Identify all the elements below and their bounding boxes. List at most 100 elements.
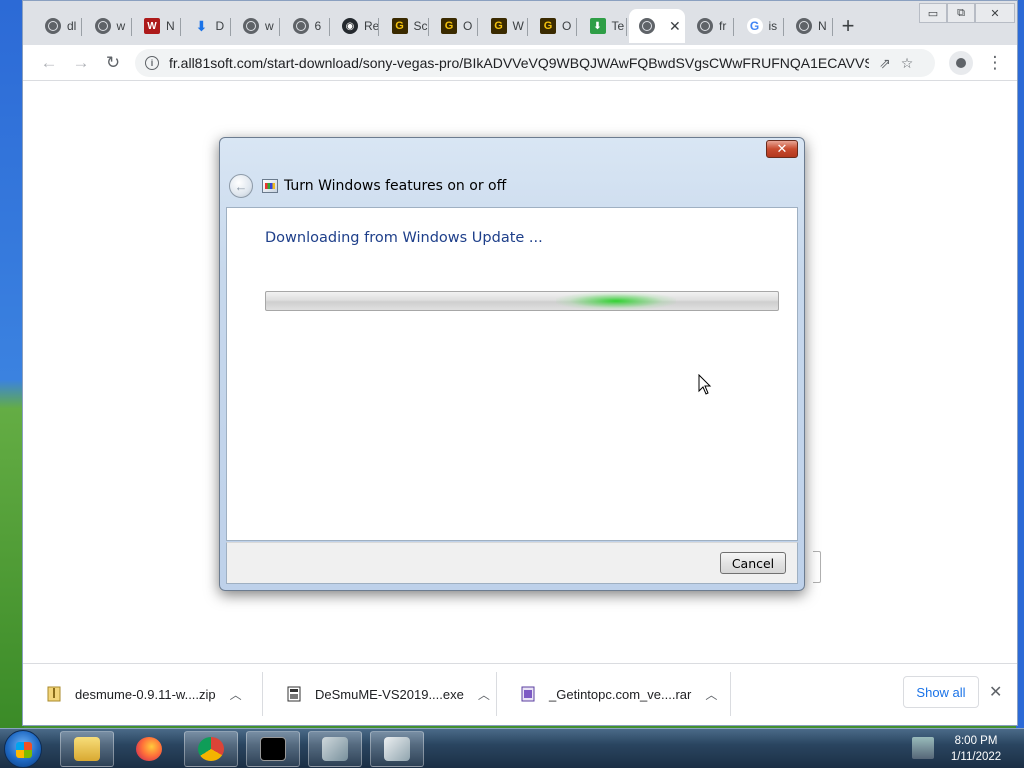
download-icon: ⬇ bbox=[195, 17, 208, 34]
github-icon: ◉ bbox=[342, 18, 358, 34]
browser-tab[interactable]: ⬇ Te bbox=[580, 9, 627, 43]
globe-icon bbox=[639, 18, 655, 34]
clock-date: 1/11/2022 bbox=[950, 751, 1002, 763]
browser-tab[interactable]: GO bbox=[431, 9, 478, 43]
browser-tab[interactable]: GW bbox=[481, 9, 528, 43]
taskbar-explorer[interactable] bbox=[60, 731, 114, 767]
download-item[interactable]: desmume-0.9.11-w....zip ︿ bbox=[23, 664, 263, 724]
tab-label: Sc bbox=[413, 19, 428, 33]
back-arrow-icon[interactable]: ← bbox=[229, 174, 253, 198]
profile-avatar[interactable] bbox=[949, 51, 973, 75]
browser-tab[interactable]: N bbox=[786, 9, 833, 43]
browser-tab[interactable]: ✕ bbox=[629, 9, 685, 43]
dialog-body: Downloading from Windows Update ... bbox=[226, 207, 798, 541]
desktop-background bbox=[0, 0, 24, 730]
system-clock[interactable]: 8:00 PM 1/11/2022 bbox=[940, 733, 1012, 765]
globe-icon bbox=[45, 18, 61, 34]
wd-icon: W bbox=[144, 18, 160, 34]
g-icon: G bbox=[441, 18, 457, 34]
folder-icon bbox=[74, 737, 100, 761]
bookmark-star-icon[interactable]: ☆ bbox=[901, 55, 914, 72]
windows-features-icon bbox=[262, 179, 278, 193]
chevron-up-icon[interactable]: ︿ bbox=[230, 686, 242, 703]
tab-label: dl bbox=[67, 19, 77, 33]
exe-file-icon bbox=[287, 686, 301, 702]
tab-strip: dl w W N ⬇ Dw 6 ◉ Re G Sc G O G W G O ⬇ Te ✕ fr Gis N + ▭ ⧉ ✕ bbox=[23, 1, 1017, 45]
browser-tab[interactable]: dl bbox=[35, 9, 82, 43]
tab-label: fr bbox=[719, 19, 727, 33]
address-bar[interactable]: i fr.all81soft.com/start-download/sony-v… bbox=[135, 49, 935, 77]
dialog-footer: Cancel bbox=[226, 542, 798, 584]
browser-tab[interactable]: G Sc bbox=[382, 9, 429, 43]
dialog-title: Turn Windows features on or off bbox=[284, 178, 507, 194]
browser-tab[interactable]: ⬇ D bbox=[184, 9, 231, 43]
zip-file-icon bbox=[47, 686, 61, 702]
windows-features-icon bbox=[384, 737, 410, 761]
taskbar-chrome[interactable] bbox=[184, 731, 238, 767]
taskbar-setup[interactable] bbox=[308, 731, 362, 767]
tab-label: W bbox=[512, 19, 524, 33]
dialog-close-button[interactable]: ✕ bbox=[766, 140, 798, 158]
progress-marquee bbox=[556, 292, 676, 310]
download-filename: desmume-0.9.11-w....zip bbox=[75, 686, 216, 702]
share-icon[interactable]: ⇗ bbox=[879, 55, 891, 72]
clock-time: 8:00 PM bbox=[954, 735, 998, 747]
browser-tab[interactable]: WN bbox=[134, 9, 181, 43]
reload-icon[interactable]: ↻ bbox=[101, 51, 125, 75]
browser-tab[interactable]: 6 bbox=[283, 9, 330, 43]
start-button[interactable] bbox=[4, 730, 42, 768]
globe-icon bbox=[243, 18, 259, 34]
tab-label: D bbox=[215, 19, 225, 33]
forward-icon[interactable]: → bbox=[69, 51, 93, 75]
taskbar-firefox[interactable] bbox=[122, 731, 176, 767]
network-icon[interactable] bbox=[912, 737, 934, 759]
back-icon[interactable]: ← bbox=[37, 51, 61, 75]
browser-tab[interactable]: GO bbox=[530, 9, 577, 43]
new-tab-button[interactable]: + bbox=[835, 13, 861, 39]
g-icon: G bbox=[540, 18, 556, 34]
tab-label: O bbox=[562, 19, 572, 33]
tab-label: w bbox=[116, 19, 126, 33]
window-close-button[interactable]: ✕ bbox=[975, 3, 1015, 23]
cancel-button[interactable]: Cancel bbox=[720, 552, 786, 574]
chrome-icon bbox=[796, 18, 812, 34]
tab-label: Te bbox=[611, 19, 625, 33]
minimize-button[interactable]: ▭ bbox=[919, 3, 947, 23]
taskbar-windows-features[interactable] bbox=[370, 731, 424, 767]
download-shelf: desmume-0.9.11-w....zip ︿ DeSmuME-VS2019… bbox=[23, 663, 1017, 725]
taskbar-cmd[interactable] bbox=[246, 731, 300, 767]
browser-tab[interactable]: ◉ Re bbox=[332, 9, 379, 43]
browser-tab[interactable]: w bbox=[233, 9, 280, 43]
site-info-icon[interactable]: i bbox=[145, 56, 159, 70]
tab-close-icon[interactable]: ✕ bbox=[669, 18, 681, 35]
chevron-up-icon[interactable]: ︿ bbox=[705, 686, 717, 703]
download-item[interactable]: DeSmuME-VS2019....exe ︿ bbox=[263, 664, 497, 724]
show-all-downloads-button[interactable]: Show all bbox=[903, 676, 979, 708]
tab-label: w bbox=[265, 19, 274, 33]
command-prompt-icon bbox=[260, 737, 286, 761]
browser-tab[interactable]: w bbox=[85, 9, 132, 43]
url-text[interactable]: fr.all81soft.com/start-download/sony-veg… bbox=[169, 55, 869, 71]
tab-label: 6 bbox=[314, 19, 322, 33]
restore-button[interactable]: ⧉ bbox=[947, 3, 975, 23]
progress-bar bbox=[265, 291, 779, 311]
close-shelf-icon[interactable]: ✕ bbox=[989, 682, 1002, 702]
download-filename: _Getintopc.com_ve....rar bbox=[549, 686, 692, 702]
chrome-icon bbox=[198, 737, 224, 761]
globe-icon bbox=[94, 18, 111, 34]
windows-features-dialog: ✕ ← Turn Windows features on or off Down… bbox=[219, 137, 805, 591]
obscured-page-button bbox=[813, 551, 821, 583]
chevron-up-icon[interactable]: ︿ bbox=[478, 686, 490, 703]
browser-toolbar: ← → ↻ i fr.all81soft.com/start-download/… bbox=[23, 45, 1017, 81]
menu-icon[interactable]: ⋮ bbox=[983, 51, 1007, 75]
firefox-icon bbox=[136, 737, 162, 761]
rar-file-icon bbox=[521, 686, 535, 702]
tab-label: is bbox=[768, 19, 778, 33]
globe-icon bbox=[697, 18, 713, 34]
browser-tab[interactable]: fr bbox=[687, 9, 734, 43]
taskbar: 8:00 PM 1/11/2022 bbox=[0, 728, 1024, 768]
te-icon: ⬇ bbox=[589, 18, 606, 34]
download-item[interactable]: _Getintopc.com_ve....rar ︿ bbox=[497, 664, 731, 724]
browser-tab[interactable]: Gis bbox=[737, 9, 784, 43]
tab-label: N bbox=[166, 19, 175, 33]
